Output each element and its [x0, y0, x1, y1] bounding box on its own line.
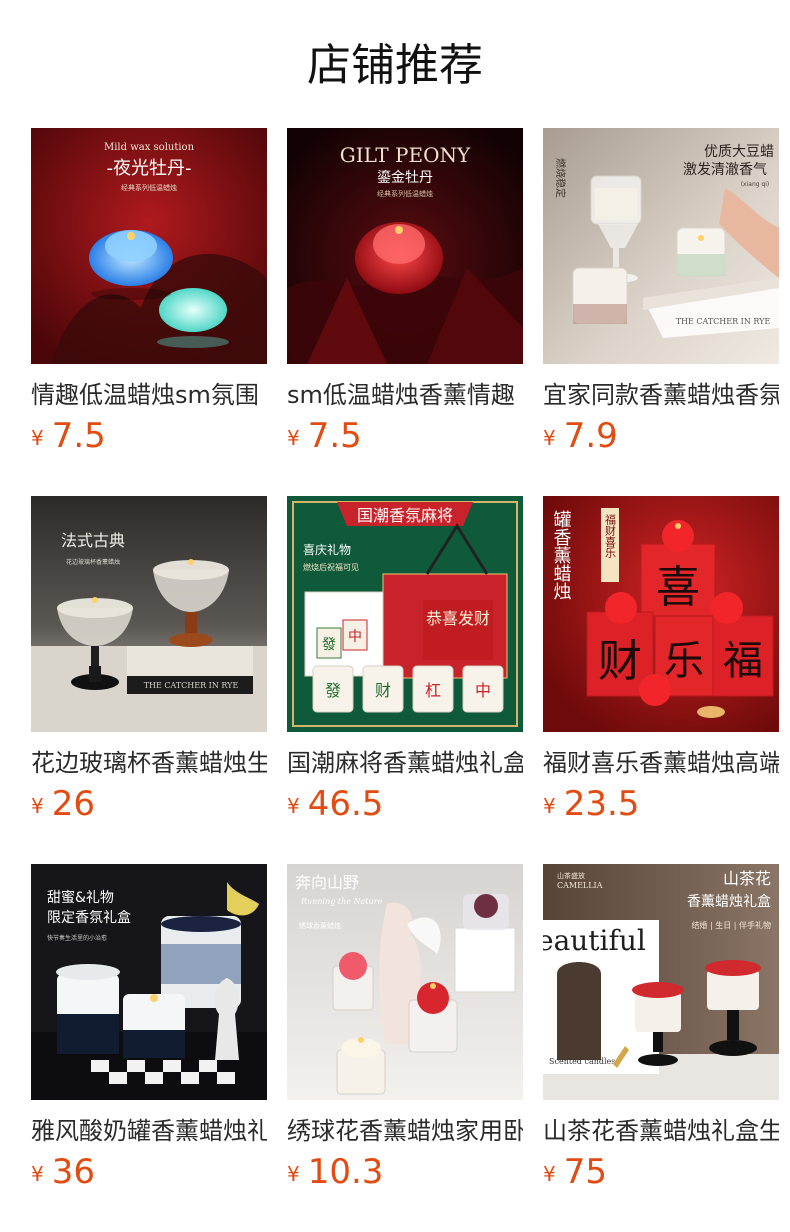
product-price: ¥ 36 [31, 1152, 267, 1192]
product-card[interactable]: 法式古典 花边玻璃杯香薰蜡烛 THE CATCHER IN RYE 花边玻璃杯香… [31, 496, 267, 864]
mahjong-tile: 杠 [425, 681, 441, 700]
image-caption-sub: 经典系列低温蜡烛 [377, 189, 433, 198]
product-card[interactable]: Mild wax solution -夜光牡丹- 经典系列低温蜡烛 情趣低温蜡烛… [31, 128, 267, 496]
image-fortune-char: 乐 [664, 638, 704, 684]
price-value: 7.5 [51, 416, 106, 456]
image-caption-title: -夜光牡丹- [107, 158, 192, 179]
hydrangea-candle-image[interactable]: 奔向山野 Running the Nature 绣球香薰蜡烛 [287, 864, 523, 1100]
currency-symbol: ¥ [31, 794, 44, 818]
mahjong-tile: 财 [375, 681, 391, 700]
image-caption-title: 甜蜜&礼物 [47, 890, 114, 906]
image-caption-note: 快节奏生活里的小治愈 [47, 934, 107, 942]
image-caption-en: CAMELLIA [557, 881, 603, 890]
image-caption-side: 燃烧稳定 [554, 158, 567, 198]
glass-cup-candle-image[interactable]: 法式古典 花边玻璃杯香薰蜡烛 THE CATCHER IN RYE [31, 496, 267, 732]
fortune-candle-image[interactable]: 喜 财 乐 福 罐香薰蜡烛 福财喜乐 [543, 496, 779, 732]
image-box-label: eautiful [543, 924, 646, 957]
camellia-candle-image[interactable]: eautiful Scented candles 山茶盛放 CAMELLIA 山… [543, 864, 779, 1100]
image-fortune-char: 福 [723, 638, 763, 684]
image-caption-title: 法式古典 [61, 531, 125, 550]
price-value: 7.9 [563, 416, 618, 456]
image-caption-sub: 激发清澈香气 [683, 161, 767, 178]
product-grid: Mild wax solution -夜光牡丹- 经典系列低温蜡烛 情趣低温蜡烛… [31, 128, 779, 1232]
currency-symbol: ¥ [543, 794, 556, 818]
image-caption-sub: 经典系列低温蜡烛 [121, 183, 177, 192]
image-caption-note: 结婚 | 生日 | 伴手礼物 [691, 920, 771, 930]
price-value: 26 [51, 784, 95, 824]
product-name[interactable]: 绣球花香薰蜡烛家用卧室 [287, 1114, 523, 1148]
mahjong-tile: 中 [475, 681, 491, 700]
product-name[interactable]: 山茶花香薰蜡烛礼盒生日 [543, 1114, 779, 1148]
currency-symbol: ¥ [31, 426, 44, 450]
image-banner: 国潮香氛麻将 [357, 506, 453, 525]
image-caption-sub: 燃烧后祝福可见 [303, 562, 359, 572]
product-card[interactable]: 甜蜜&礼物 限定香氛礼盒 快节奏生活里的小治愈 雅风酸奶罐香薰蜡烛礼盒 ¥ 36 [31, 864, 267, 1232]
image-caption-en: GILT PEONY [340, 143, 471, 167]
svg-text:發: 發 [322, 637, 336, 653]
currency-symbol: ¥ [287, 794, 300, 818]
product-card[interactable]: 奔向山野 Running the Nature 绣球香薰蜡烛 绣球花香薰蜡烛家用… [287, 864, 523, 1232]
product-price: ¥ 7.5 [31, 416, 267, 456]
currency-symbol: ¥ [287, 426, 300, 450]
image-vertical-caption: 罐香薰蜡烛 [551, 510, 572, 600]
product-name[interactable]: 花边玻璃杯香薰蜡烛生日 [31, 746, 267, 780]
image-caption-sub: 绣球香薰蜡烛 [299, 921, 341, 930]
image-caption-en: Running the Nature [300, 897, 382, 906]
product-price: ¥ 26 [31, 784, 267, 824]
product-name[interactable]: 情趣低温蜡烛sm氛围 [31, 378, 267, 412]
product-price: ¥ 23.5 [543, 784, 779, 824]
image-book-label: THE CATCHER IN RYE [144, 681, 239, 690]
image-tag: 福财喜乐 [604, 513, 617, 558]
currency-symbol: ¥ [543, 1162, 556, 1186]
product-card[interactable]: 优质大豆蜡 激发清澈香气 (xiang qi) 燃烧稳定 THE CATCHER… [543, 128, 779, 496]
product-card[interactable]: 国潮香氛麻将 喜庆礼物 燃烧后祝福可见 恭喜发财 發 中 發 财 杠 中 国潮麻… [287, 496, 523, 864]
currency-symbol: ¥ [543, 426, 556, 450]
image-fortune-char: 喜 [656, 562, 700, 613]
image-box-sub: Scented candles [549, 1057, 615, 1066]
image-caption-sub: 限定香氛礼盒 [47, 909, 131, 926]
mahjong-tile: 發 [325, 681, 341, 700]
price-value: 75 [563, 1152, 607, 1192]
product-price: ¥ 7.9 [543, 416, 779, 456]
image-caption-title: 奔向山野 [295, 873, 359, 892]
page-title: 店铺推荐 [307, 40, 483, 91]
product-name[interactable]: 雅风酸奶罐香薰蜡烛礼盒 [31, 1114, 267, 1148]
image-caption-title: 山茶花 [723, 869, 771, 888]
product-card[interactable]: eautiful Scented candles 山茶盛放 CAMELLIA 山… [543, 864, 779, 1232]
yogurt-jar-candle-image[interactable]: 甜蜜&礼物 限定香氛礼盒 快节奏生活里的小治愈 [31, 864, 267, 1100]
image-caption-title: 鎏金牡丹 [377, 169, 433, 186]
price-value: 23.5 [563, 784, 640, 824]
image-fortune-char: 财 [598, 636, 642, 687]
product-name[interactable]: sm低温蜡烛香薰情趣 [287, 378, 523, 412]
mahjong-candle-image[interactable]: 国潮香氛麻将 喜庆礼物 燃烧后祝福可见 恭喜发财 發 中 發 财 杠 中 [287, 496, 523, 732]
peony-candle-image[interactable]: Mild wax solution -夜光牡丹- 经典系列低温蜡烛 [31, 128, 267, 364]
product-card[interactable]: GILT PEONY 鎏金牡丹 经典系列低温蜡烛 sm低温蜡烛香薰情趣 ¥ 7.… [287, 128, 523, 496]
product-name[interactable]: 宜家同款香薰蜡烛香氛 [543, 378, 779, 412]
currency-symbol: ¥ [31, 1162, 44, 1186]
price-value: 10.3 [307, 1152, 384, 1192]
currency-symbol: ¥ [287, 1162, 300, 1186]
product-price: ¥ 46.5 [287, 784, 523, 824]
price-value: 7.5 [307, 416, 362, 456]
product-price: ¥ 7.5 [287, 416, 523, 456]
product-price: ¥ 75 [543, 1152, 779, 1192]
soy-wax-candle-image[interactable]: 优质大豆蜡 激发清澈香气 (xiang qi) 燃烧稳定 THE CATCHER… [543, 128, 779, 364]
gilt-peony-candle-image[interactable]: GILT PEONY 鎏金牡丹 经典系列低温蜡烛 [287, 128, 523, 364]
svg-text:中: 中 [348, 629, 362, 645]
image-caption-title: 优质大豆蜡 [704, 144, 774, 160]
image-caption-pinyin: (xiang qi) [741, 181, 770, 188]
image-caption-en: Mild wax solution [104, 142, 195, 153]
image-caption-sub: 花边玻璃杯香薰蜡烛 [66, 558, 120, 566]
image-box-label: 恭喜发财 [426, 609, 490, 628]
product-name[interactable]: 福财喜乐香薰蜡烛高端 [543, 746, 779, 780]
product-price: ¥ 10.3 [287, 1152, 523, 1192]
price-value: 46.5 [307, 784, 384, 824]
image-caption-title: 喜庆礼物 [303, 542, 351, 557]
product-card[interactable]: 喜 财 乐 福 罐香薰蜡烛 福财喜乐 福财喜乐香薰蜡烛高端 ¥ 23.5 [543, 496, 779, 864]
product-name[interactable]: 国潮麻将香薰蜡烛礼盒 [287, 746, 523, 780]
price-value: 36 [51, 1152, 95, 1192]
image-book-label: THE CATCHER IN RYE [676, 317, 771, 326]
image-caption-tag: 山茶盛放 [557, 871, 585, 880]
image-caption-sub: 香薰蜡烛礼盒 [687, 893, 771, 910]
